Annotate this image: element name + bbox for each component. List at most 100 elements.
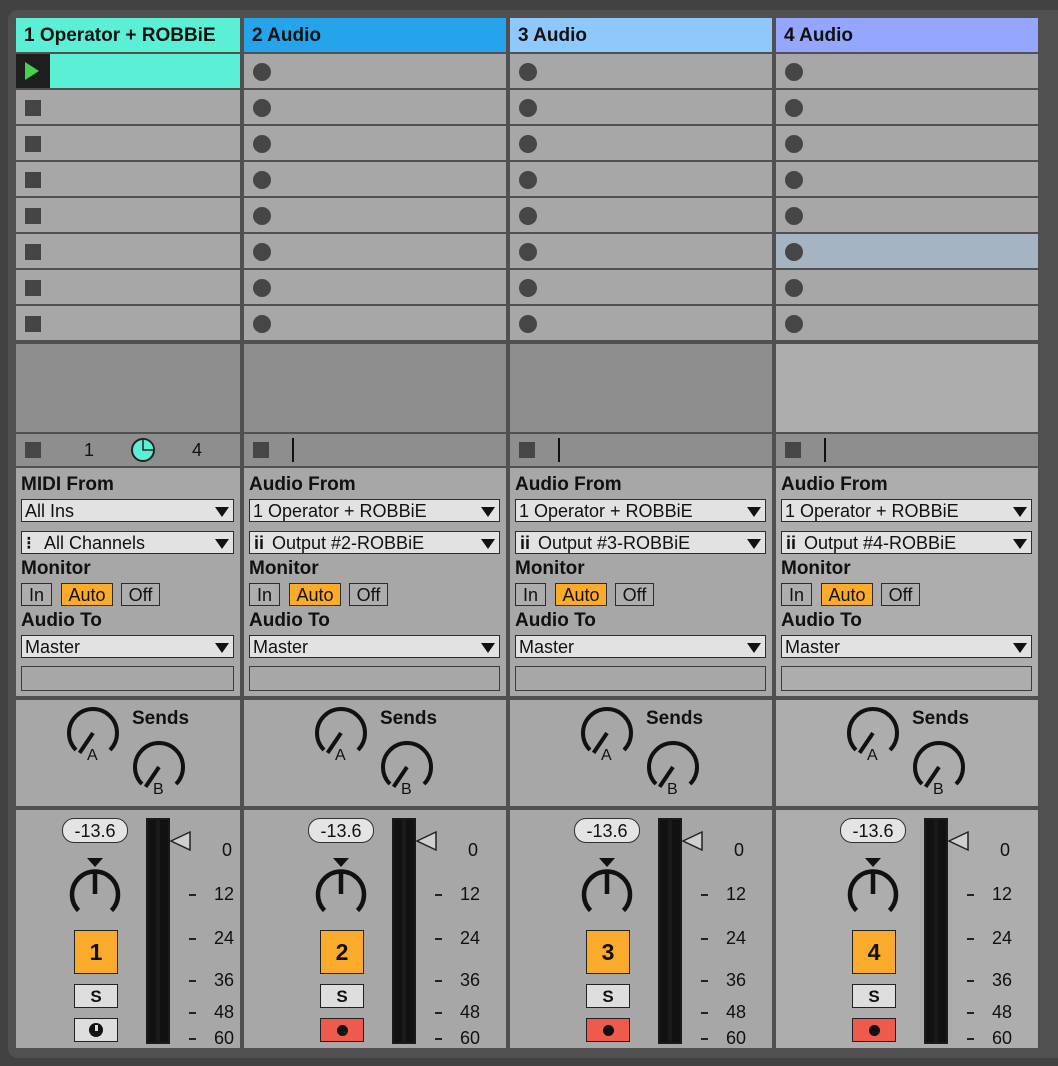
clip-slot[interactable]: [776, 270, 1038, 304]
track-activator-button[interactable]: 3: [586, 930, 630, 974]
clip-stop-icon[interactable]: [25, 244, 41, 260]
monitor-in-button[interactable]: In: [21, 583, 52, 606]
send-a-knob[interactable]: A: [66, 706, 120, 768]
clip-slot[interactable]: [776, 162, 1038, 196]
clip-slot[interactable]: [16, 270, 240, 304]
clip-slot[interactable]: [510, 126, 772, 160]
output-channel-field[interactable]: [515, 666, 766, 691]
stop-clips-button[interactable]: [253, 442, 269, 458]
volume-value[interactable]: -13.6: [574, 818, 640, 843]
clip-record-icon[interactable]: [785, 279, 803, 297]
clip-slot[interactable]: [776, 198, 1038, 232]
clip-record-icon[interactable]: [785, 171, 803, 189]
send-a-knob[interactable]: A: [846, 706, 900, 768]
send-a-knob[interactable]: A: [580, 706, 634, 768]
track-title-bar[interactable]: 2 Audio: [244, 18, 506, 52]
monitor-off-button[interactable]: Off: [121, 583, 160, 606]
clip-record-icon[interactable]: [519, 63, 537, 81]
clip-record-icon[interactable]: [253, 63, 271, 81]
clip-slot[interactable]: [510, 90, 772, 124]
send-b-knob[interactable]: B: [380, 740, 434, 802]
input-channel-select[interactable]: ii Output #2-ROBBiE: [249, 531, 500, 554]
input-select[interactable]: 1 Operator + ROBBiE: [515, 499, 766, 522]
clip-slot[interactable]: [776, 126, 1038, 160]
clip-stop-icon[interactable]: [25, 208, 41, 224]
clip[interactable]: [50, 54, 240, 88]
clip-record-icon[interactable]: [519, 243, 537, 261]
clip-record-icon[interactable]: [785, 63, 803, 81]
clip-slot[interactable]: [776, 90, 1038, 124]
track-title-bar[interactable]: 1 Operator + ROBBiE: [16, 18, 240, 52]
solo-button[interactable]: S: [74, 984, 118, 1008]
solo-button[interactable]: S: [586, 984, 630, 1008]
solo-button[interactable]: S: [852, 984, 896, 1008]
send-b-knob[interactable]: B: [132, 740, 186, 802]
clip-record-icon[interactable]: [253, 171, 271, 189]
track-title-bar[interactable]: 4 Audio: [776, 18, 1038, 52]
monitor-auto-button[interactable]: Auto: [555, 583, 607, 606]
send-b-knob[interactable]: B: [912, 740, 966, 802]
clip-slot[interactable]: [16, 234, 240, 268]
clip-slot[interactable]: [244, 270, 506, 304]
clip-record-icon[interactable]: [519, 315, 537, 333]
clip-slot[interactable]: [16, 126, 240, 160]
clip-slot[interactable]: [510, 306, 772, 340]
monitor-auto-button[interactable]: Auto: [289, 583, 341, 606]
clip-slot[interactable]: [776, 306, 1038, 340]
pan-knob[interactable]: [577, 856, 637, 922]
clip-stop-icon[interactable]: [25, 172, 41, 188]
monitor-off-button[interactable]: Off: [881, 583, 920, 606]
input-select[interactable]: 1 Operator + ROBBiE: [781, 499, 1032, 522]
volume-value[interactable]: -13.6: [840, 818, 906, 843]
clip-record-icon[interactable]: [253, 243, 271, 261]
clip-slot[interactable]: [776, 54, 1038, 88]
clip-slot[interactable]: [510, 234, 772, 268]
clip-slot[interactable]: [16, 90, 240, 124]
track-activator-button[interactable]: 4: [852, 930, 896, 974]
clip-slot[interactable]: [244, 234, 506, 268]
volume-value[interactable]: -13.6: [62, 818, 128, 843]
clip-slot[interactable]: [244, 198, 506, 232]
clip-record-icon[interactable]: [519, 135, 537, 153]
clip-slot[interactable]: [244, 54, 506, 88]
stop-clips-button[interactable]: [519, 442, 535, 458]
volume-value[interactable]: -13.6: [308, 818, 374, 843]
clip-slot[interactable]: [16, 162, 240, 196]
record-arm-button[interactable]: [852, 1018, 896, 1042]
clip-record-icon[interactable]: [519, 171, 537, 189]
monitor-in-button[interactable]: In: [515, 583, 546, 606]
output-select[interactable]: Master: [249, 635, 500, 658]
clip-slot[interactable]: [510, 54, 772, 88]
send-b-knob[interactable]: B: [646, 740, 700, 802]
track-activator-button[interactable]: 1: [74, 930, 118, 974]
pan-knob[interactable]: [65, 856, 125, 922]
clip-play-button[interactable]: [16, 54, 50, 88]
clip-slot[interactable]: [510, 162, 772, 196]
clip-record-icon[interactable]: [785, 243, 803, 261]
monitor-off-button[interactable]: Off: [349, 583, 388, 606]
clip-slot[interactable]: [244, 90, 506, 124]
record-arm-button[interactable]: [320, 1018, 364, 1042]
monitor-in-button[interactable]: In: [249, 583, 280, 606]
clip-stop-icon[interactable]: [25, 136, 41, 152]
clip-record-icon[interactable]: [785, 315, 803, 333]
clip-record-icon[interactable]: [785, 99, 803, 117]
solo-button[interactable]: S: [320, 984, 364, 1008]
clip-stop-icon[interactable]: [25, 100, 41, 116]
input-select[interactable]: 1 Operator + ROBBiE: [249, 499, 500, 522]
stop-clips-button[interactable]: [25, 442, 41, 458]
clip-slot[interactable]: [16, 198, 240, 232]
output-select[interactable]: Master: [21, 635, 234, 658]
clip-slot[interactable]: [16, 306, 240, 340]
clip-record-icon[interactable]: [253, 315, 271, 333]
monitor-clock-button[interactable]: [74, 1018, 118, 1042]
input-channel-select[interactable]: ⁝ All Channels: [21, 531, 234, 554]
clip-record-icon[interactable]: [253, 279, 271, 297]
clip-slot[interactable]: [244, 306, 506, 340]
record-arm-button[interactable]: [586, 1018, 630, 1042]
clip-slot[interactable]: [510, 198, 772, 232]
clip-stop-icon[interactable]: [25, 280, 41, 296]
track-title-bar[interactable]: 3 Audio: [510, 18, 772, 52]
clip-slot[interactable]: [244, 126, 506, 160]
clip-slot[interactable]: [244, 162, 506, 196]
